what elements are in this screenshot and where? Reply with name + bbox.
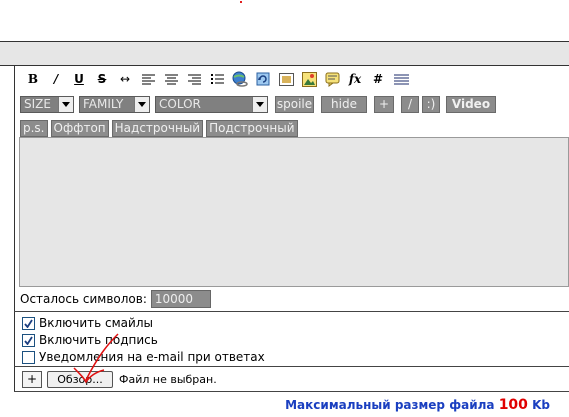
chevron-down-icon (134, 96, 149, 112)
strike-label: S (97, 72, 107, 86)
video-button[interactable]: Video (446, 95, 496, 113)
align-center-icon[interactable] (160, 68, 182, 90)
globe-link-icon[interactable] (229, 68, 251, 90)
size-select-label: SIZE (24, 97, 51, 111)
color-select[interactable]: COLOR (155, 95, 268, 113)
offtop-button[interactable]: Оффтоп (50, 119, 109, 137)
red-dot-mark (240, 1, 242, 3)
divider (14, 366, 569, 367)
formula-icon[interactable]: fx (344, 68, 366, 90)
attachment-row: + Обзор... Файл не выбран. (22, 370, 217, 388)
align-right-icon[interactable] (183, 68, 205, 90)
family-select-label: FAMILY (83, 97, 124, 111)
italic-icon[interactable]: / (45, 68, 67, 90)
extra-toolbar: p.s. Оффтоп Надстрочный Подстрочный (20, 119, 301, 137)
code-lines-icon[interactable] (390, 68, 412, 90)
email-notify-checkbox[interactable] (22, 350, 35, 364)
align-justify-arrows-icon[interactable]: ↔ (114, 68, 136, 90)
color-select-label: COLOR (159, 97, 201, 111)
option-smiles[interactable]: Включить смайлы (22, 315, 153, 331)
ps-button[interactable]: p.s. (20, 119, 48, 137)
format-toolbar: B / U S ↔ fx # (22, 68, 413, 90)
image-icon[interactable] (275, 68, 297, 90)
spoiler-button[interactable]: spoile (275, 95, 314, 113)
formula-label: fx (348, 72, 362, 86)
chars-left-value: 10000 (150, 290, 211, 308)
strikethrough-icon[interactable]: S (91, 68, 113, 90)
chevron-down-icon (58, 96, 73, 112)
chars-counter: Осталось символов: 10000 (20, 289, 211, 309)
family-select[interactable]: FAMILY (79, 95, 150, 113)
max-size-value: 100 (498, 397, 528, 413)
signature-label: Включить подпись (39, 333, 158, 347)
superscript-button[interactable]: Надстрочный (111, 119, 204, 137)
max-file-size: Максимальный размер файла 100 Kb (285, 397, 550, 413)
bold-icon[interactable]: B (22, 68, 44, 90)
max-size-label: Максимальный размер файла (285, 398, 495, 412)
option-signature[interactable]: Включить подпись (22, 332, 158, 348)
subscript-button[interactable]: Подстрочный (206, 119, 298, 137)
underline-label: U (74, 72, 84, 86)
paren-label: ) (430, 97, 436, 111)
top-band (0, 41, 569, 66)
size-select[interactable]: SIZE (20, 95, 74, 113)
message-textarea[interactable] (19, 137, 569, 287)
italic-label: / (53, 72, 59, 86)
arrows-label: ↔ (119, 72, 131, 86)
chars-left-label: Осталось символов: (20, 292, 147, 306)
hash-icon[interactable]: # (367, 68, 389, 90)
add-attachment-button[interactable]: + (22, 370, 42, 388)
divider (14, 391, 569, 392)
bold-label: B (27, 72, 39, 86)
hash-label: # (372, 72, 384, 86)
refresh-icon[interactable] (252, 68, 274, 90)
smiles-checkbox[interactable] (22, 316, 35, 330)
divider (14, 311, 569, 312)
file-status: Файл не выбран. (119, 372, 217, 386)
quote-icon[interactable] (321, 68, 343, 90)
browse-button[interactable]: Обзор... (47, 370, 113, 388)
option-email-notify[interactable]: Уведомления на e-mail при ответах (22, 349, 265, 365)
slash-smile-button[interactable]: / (401, 95, 419, 113)
list-icon[interactable] (206, 68, 228, 90)
smiles-label: Включить смайлы (39, 316, 153, 330)
underline-icon[interactable]: U (68, 68, 90, 90)
chevron-down-icon (252, 96, 267, 112)
style-toolbar: SIZE FAMILY COLOR spoile hide + / :) Vid… (20, 95, 503, 113)
signature-checkbox[interactable] (22, 333, 35, 347)
align-left-icon[interactable] (137, 68, 159, 90)
plus-smile-button[interactable]: + (374, 95, 394, 113)
hide-button[interactable]: hide (321, 95, 367, 113)
colon-smile-button[interactable]: :) (422, 95, 440, 113)
picture-icon[interactable] (298, 68, 320, 90)
max-size-unit: Kb (532, 398, 550, 412)
email-notify-label: Уведомления на e-mail при ответах (39, 350, 265, 364)
